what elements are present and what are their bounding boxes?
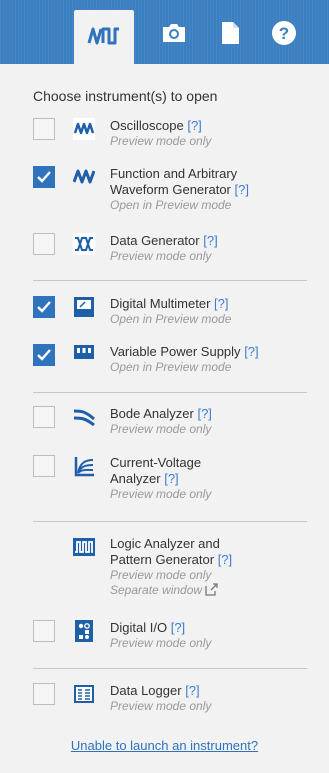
mode-note: Open in Preview mode [110, 360, 232, 374]
instrument-name: Current-Voltage [110, 455, 202, 470]
iv-analyzer-icon [74, 457, 94, 477]
checkbox-iv-analyzer[interactable] [33, 455, 55, 477]
logic-analyzer-icon [73, 538, 95, 556]
mode-note: Preview mode only [110, 568, 212, 582]
divider [33, 280, 307, 281]
camera-icon [163, 24, 185, 42]
mode-note: Preview mode only [110, 487, 212, 501]
divider [33, 392, 307, 393]
instrument-name: Digital I/O [110, 620, 168, 635]
help-link[interactable]: [?] [214, 296, 228, 311]
data-logger-icon [74, 685, 94, 703]
checkbox-bode-analyzer[interactable] [33, 406, 55, 428]
bode-analyzer-icon [73, 409, 95, 427]
divider [33, 521, 307, 522]
checkbox-data-logger[interactable] [33, 683, 55, 705]
divider [33, 668, 307, 669]
checkbox-power-supply[interactable] [33, 344, 55, 366]
instrument-name: Function and Arbitrary [110, 166, 238, 181]
instrument-name: Data Generator [110, 233, 200, 248]
top-toolbar: ? [0, 0, 329, 64]
tab-help[interactable]: ? [262, 14, 306, 52]
instrument-name: Logic Analyzer and [110, 536, 220, 551]
document-icon [222, 22, 239, 44]
digital-io-icon [75, 620, 93, 642]
heading: Choose instrument(s) to open [33, 88, 218, 104]
multimeter-icon [74, 297, 94, 317]
oscilloscope-icon [73, 118, 95, 140]
tab-camera[interactable] [152, 14, 196, 52]
help-link[interactable]: [?] [187, 118, 201, 133]
help-link[interactable]: [?] [244, 344, 258, 359]
checkbox-oscilloscope[interactable] [33, 118, 55, 140]
instrument-name: Oscilloscope [110, 118, 184, 133]
instrument-name: Bode Analyzer [110, 406, 194, 421]
checkbox-data-generator[interactable] [33, 233, 55, 255]
svg-text:?: ? [279, 24, 289, 43]
instrument-name: Variable Power Supply [110, 344, 241, 359]
instrument-name-line2: Waveform Generator [110, 182, 231, 197]
data-generator-icon [73, 233, 95, 255]
checkbox-function-generator[interactable] [33, 166, 55, 188]
external-link-icon[interactable] [205, 583, 219, 596]
waveform-icon [87, 27, 119, 45]
instrument-name-line2: Pattern Generator [110, 552, 215, 567]
instrument-name-line2: Analyzer [110, 471, 161, 486]
instrument-name: Digital Multimeter [110, 296, 211, 311]
help-link[interactable]: [?] [197, 406, 211, 421]
tab-document[interactable] [208, 14, 252, 52]
tab-instruments[interactable] [74, 10, 134, 64]
function-generator-icon [73, 169, 95, 184]
power-supply-icon [74, 345, 94, 359]
mode-note: Preview mode only [110, 699, 212, 713]
mode-note: Preview mode only [110, 422, 212, 436]
help-icon: ? [272, 21, 296, 45]
help-link[interactable]: [?] [185, 683, 199, 698]
help-link[interactable]: [?] [235, 182, 249, 197]
help-link[interactable]: [?] [218, 552, 232, 567]
mode-note: Preview mode only [110, 249, 212, 263]
window-note: Separate window [110, 583, 203, 597]
instrument-name: Data Logger [110, 683, 182, 698]
mode-note: Preview mode only [110, 636, 212, 650]
checkbox-multimeter[interactable] [33, 296, 55, 318]
unable-to-launch-link[interactable]: Unable to launch an instrument? [0, 738, 329, 753]
help-link[interactable]: [?] [203, 233, 217, 248]
mode-note: Preview mode only [110, 134, 212, 148]
help-link[interactable]: [?] [171, 620, 185, 635]
mode-note: Open in Preview mode [110, 198, 232, 212]
help-link[interactable]: [?] [164, 471, 178, 486]
mode-note: Open in Preview mode [110, 312, 232, 326]
checkbox-digital-io[interactable] [33, 620, 55, 642]
